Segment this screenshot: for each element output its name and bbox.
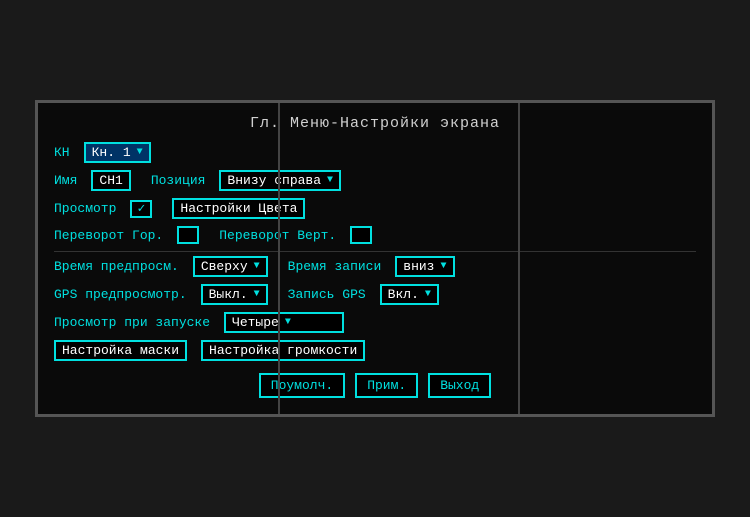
color-settings-btn[interactable]: Настройки Цвета — [172, 198, 305, 219]
row-settings-btns: Настройка маски Настройка громкости — [54, 340, 696, 361]
kn-label: КН — [54, 145, 70, 160]
preview-time-label: Время предпросм. — [54, 259, 179, 274]
gps-preview-label: GPS предпросмотр. — [54, 287, 187, 302]
launch-view-label: Просмотр при запуске — [54, 315, 210, 330]
record-time-dropdown[interactable]: вниз — [395, 256, 454, 277]
volume-settings-btn[interactable]: Настройка громкости — [201, 340, 365, 361]
review-label: Просмотр — [54, 201, 116, 216]
title-text: Гл. Меню-Настройки экрана — [250, 115, 500, 132]
kn-dropdown[interactable]: Кн. 1 — [84, 142, 151, 163]
exit-button[interactable]: Выход — [428, 373, 491, 398]
row-name-position: Имя СН1 Позиция Внизу справа — [54, 170, 696, 191]
name-input[interactable]: СН1 — [91, 170, 130, 191]
main-screen: Гл. Меню-Настройки экрана КН Кн. 1 Имя С… — [35, 100, 715, 417]
row-flip: Переворот Гор. Переворот Верт. — [54, 226, 696, 244]
record-time-label: Время записи — [288, 259, 382, 274]
preview-time-dropdown[interactable]: Сверху — [193, 256, 268, 277]
bottom-buttons: Поумолч. Прим. Выход — [54, 373, 696, 398]
mask-settings-btn[interactable]: Настройка маски — [54, 340, 187, 361]
flip-vert-checkbox[interactable] — [350, 226, 372, 244]
row-launch-view: Просмотр при запуске Четыре — [54, 312, 696, 333]
gps-preview-dropdown[interactable]: Выкл. — [201, 284, 268, 305]
review-checkbox[interactable]: ✓ — [130, 200, 152, 218]
name-label: Имя — [54, 173, 77, 188]
gps-record-label: Запись GPS — [288, 287, 366, 302]
row-gps: GPS предпросмотр. Выкл. Запись GPS Вкл. — [54, 284, 696, 305]
row-times: Время предпросм. Сверху Время записи вни… — [54, 256, 696, 277]
row-review-color: Просмотр ✓ Настройки Цвета — [54, 198, 696, 219]
row-kn: КН Кн. 1 — [54, 142, 696, 163]
position-dropdown[interactable]: Внизу справа — [219, 170, 341, 191]
position-label: Позиция — [151, 173, 206, 188]
flip-vert-label: Переворот Верт. — [219, 228, 336, 243]
apply-button[interactable]: Прим. — [355, 373, 418, 398]
default-button[interactable]: Поумолч. — [259, 373, 345, 398]
title-bar: Гл. Меню-Настройки экрана — [54, 115, 696, 132]
flip-hor-label: Переворот Гор. — [54, 228, 163, 243]
gps-record-dropdown[interactable]: Вкл. — [380, 284, 439, 305]
flip-hor-checkbox[interactable] — [177, 226, 199, 244]
launch-view-dropdown[interactable]: Четыре — [224, 312, 344, 333]
